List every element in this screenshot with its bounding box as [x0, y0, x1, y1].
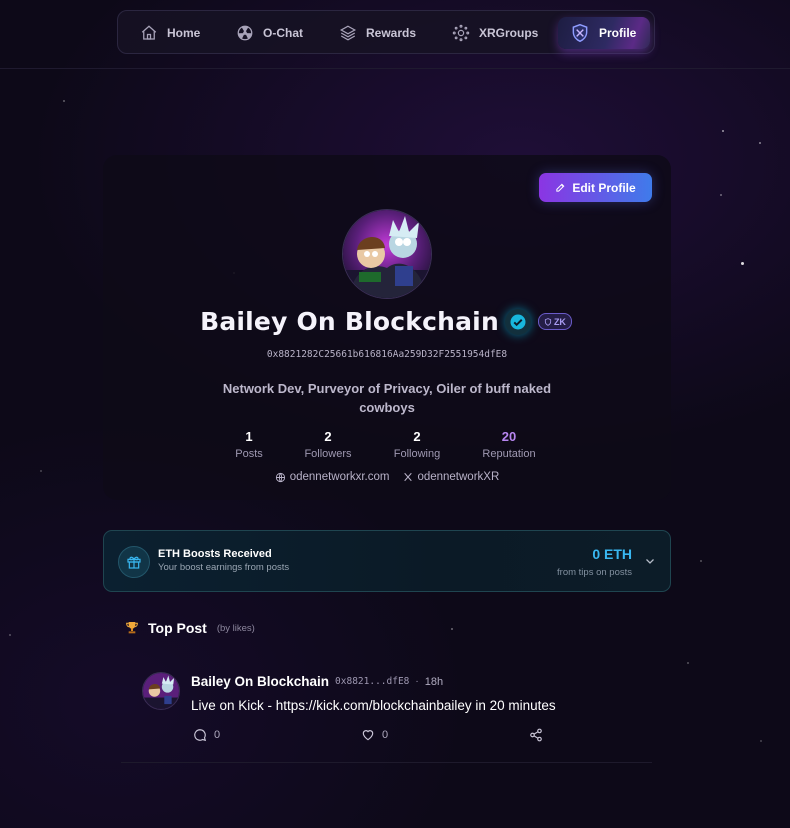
- star-decoration: [40, 470, 42, 472]
- top-post-subtitle: (by likes): [216, 622, 255, 634]
- nav-label-profile: Profile: [599, 26, 637, 40]
- chevron-down-icon[interactable]: [644, 555, 656, 567]
- zk-badge: ZK: [537, 313, 572, 330]
- stat-followers-label: Followers: [304, 448, 352, 460]
- zk-badge-label: ZK: [553, 316, 566, 327]
- nav-item-o-chat[interactable]: O-Chat: [224, 17, 315, 49]
- edit-profile-label: Edit Profile: [572, 180, 636, 195]
- star-decoration: [700, 560, 702, 562]
- profile-display-name: Bailey On Blockchain: [200, 307, 499, 336]
- post-author-address: 0x8821...dfE8: [335, 676, 410, 687]
- stat-followers-value: 2: [324, 429, 332, 444]
- eth-boosts-panel[interactable]: ETH Boosts Received Your boost earnings …: [103, 530, 671, 592]
- like-count: 0: [382, 729, 389, 741]
- zk-shield-icon: [544, 317, 552, 326]
- post-actions: 0 0: [191, 728, 551, 744]
- stat-reputation-value: 20: [501, 429, 517, 444]
- radiation-icon: [237, 25, 253, 41]
- x-link-text: odennetworkXR: [417, 471, 500, 483]
- nav-item-xrgroups[interactable]: XRGroups: [440, 17, 550, 49]
- stat-following-value: 2: [413, 429, 421, 444]
- star-decoration: [760, 740, 762, 742]
- x-logo-icon: [404, 472, 413, 482]
- stat-reputation[interactable]: 20 Reputation: [482, 429, 535, 460]
- star-decoration: [687, 662, 689, 664]
- x-link[interactable]: odennetworkXR: [403, 471, 499, 483]
- star-decoration: [720, 194, 722, 196]
- gift-icon: [127, 556, 141, 569]
- share-icon: [530, 728, 542, 742]
- home-icon: [141, 25, 157, 40]
- top-post-title: Top Post: [148, 620, 207, 636]
- star-decoration: [9, 634, 11, 636]
- website-link[interactable]: odennetworkxr.com: [275, 471, 390, 483]
- nav-label-home: Home: [167, 26, 201, 40]
- comment-button[interactable]: 0: [193, 728, 220, 742]
- shield-icon: [572, 23, 588, 43]
- stat-reputation-label: Reputation: [482, 448, 536, 460]
- network-icon: [452, 24, 470, 42]
- stat-posts-value: 1: [245, 429, 253, 444]
- post-header: Bailey On Blockchain 0x8821...dfE8 · 18h: [191, 674, 443, 689]
- edit-icon: [556, 183, 565, 192]
- post-author-avatar[interactable]: [142, 672, 180, 710]
- main-nav: Home O-Chat Rewards XRGroups Profile: [117, 10, 655, 54]
- star-decoration: [451, 628, 453, 630]
- nav-label-rewards: Rewards: [366, 26, 417, 40]
- nav-item-rewards[interactable]: Rewards: [327, 17, 428, 49]
- nav-item-home[interactable]: Home: [128, 17, 212, 49]
- trophy-icon: [126, 622, 138, 634]
- wallet-address: 0x8821282C25661b616816Aa259D32F2551954df…: [266, 349, 508, 360]
- star-decoration: [741, 262, 744, 265]
- stat-following[interactable]: 2 Following: [394, 429, 440, 460]
- nav-item-profile[interactable]: Profile: [558, 17, 650, 49]
- post-author-name[interactable]: Bailey On Blockchain: [191, 674, 329, 689]
- star-decoration: [63, 100, 65, 102]
- top-bar: Home O-Chat Rewards XRGroups Profile: [0, 0, 790, 69]
- profile-name-row: Bailey On Blockchain ZK: [103, 307, 671, 336]
- post-separator: ·: [415, 676, 419, 687]
- profile-avatar: [342, 209, 432, 299]
- website-link-text: odennetworkxr.com: [289, 471, 390, 483]
- eth-boosts-title: ETH Boosts Received: [158, 548, 272, 560]
- stat-posts-label: Posts: [235, 448, 263, 460]
- nav-label-xrgroups: XRGroups: [479, 26, 539, 40]
- stat-followers[interactable]: 2 Followers: [304, 429, 351, 460]
- profile-card: Edit Profile Bailey On Blockchain ZK 0x8…: [103, 155, 671, 500]
- nav-label-o-chat: O-Chat: [263, 26, 303, 40]
- verified-badge: [504, 308, 531, 335]
- profile-stats: 1 Posts 2 Followers 2 Following 20 Reput…: [103, 429, 671, 465]
- post-timestamp: 18h: [424, 675, 444, 688]
- verified-check-icon: [510, 314, 526, 329]
- profile-links: odennetworkxr.com odennetworkXR: [103, 471, 671, 483]
- stat-following-label: Following: [393, 448, 441, 460]
- star-decoration: [722, 130, 724, 132]
- layers-icon: [339, 25, 357, 41]
- profile-bio: Network Dev, Purveyor of Privacy, Oiler …: [222, 381, 552, 415]
- post-content: Live on Kick - https://kick.com/blockcha…: [191, 698, 556, 713]
- heart-icon: [362, 730, 374, 741]
- edit-profile-button[interactable]: Edit Profile: [539, 173, 652, 202]
- comment-count: 0: [214, 729, 221, 741]
- star-decoration: [759, 142, 761, 144]
- top-post-header: Top Post (by likes): [124, 620, 255, 636]
- post-card[interactable]: Bailey On Blockchain 0x8821...dfE8 · 18h…: [121, 660, 652, 763]
- stat-posts[interactable]: 1 Posts: [235, 429, 263, 460]
- share-button[interactable]: [529, 728, 543, 742]
- eth-boosts-subtitle: Your boost earnings from posts: [158, 562, 290, 573]
- eth-boosts-amount: 0 ETH: [592, 546, 632, 562]
- comment-icon: [194, 729, 207, 742]
- eth-boosts-note: from tips on posts: [557, 567, 632, 578]
- globe-icon: [275, 472, 285, 482]
- gift-icon-wrap: [118, 546, 150, 578]
- like-button[interactable]: 0: [361, 728, 388, 742]
